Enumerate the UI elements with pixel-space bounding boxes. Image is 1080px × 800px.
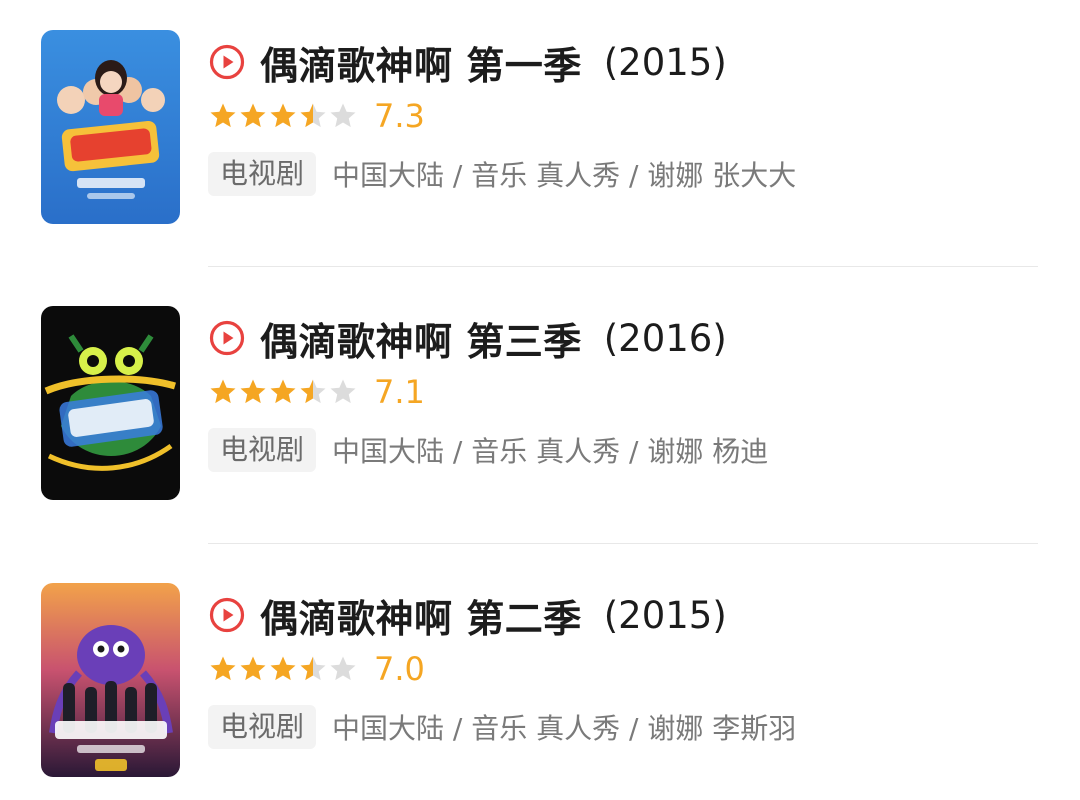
meta-row: 电视剧 中国大陆 / 音乐 真人秀 / 谢娜 张大大 bbox=[208, 151, 796, 197]
rating-score: 7.3 bbox=[374, 97, 425, 135]
star-full-icon bbox=[238, 654, 268, 684]
rating-row: 7.1 bbox=[208, 372, 425, 412]
star-rating bbox=[208, 101, 358, 131]
title-row[interactable]: 偶滴歌神啊 第一季 (2015) bbox=[208, 34, 727, 90]
search-results-list: 偶滴歌神啊 第一季 (2015) 7.3 电视剧 中国大陆 / 音乐 真人秀 /… bbox=[0, 0, 1080, 800]
title-row[interactable]: 偶滴歌神啊 第三季 (2016) bbox=[208, 310, 727, 366]
star-empty-icon bbox=[328, 101, 358, 131]
poster-image[interactable] bbox=[41, 306, 180, 500]
star-half-icon bbox=[298, 101, 328, 131]
result-title[interactable]: 偶滴歌神啊 第一季 bbox=[260, 35, 582, 90]
result-title[interactable]: 偶滴歌神啊 第二季 bbox=[260, 588, 582, 643]
result-title[interactable]: 偶滴歌神啊 第三季 bbox=[260, 311, 582, 366]
result-item[interactable]: 偶滴歌神啊 第三季 (2016) 7.1 电视剧 中国大陆 / 音乐 真人秀 /… bbox=[0, 306, 1080, 506]
poster-image[interactable] bbox=[41, 583, 180, 777]
result-year: (2015) bbox=[603, 593, 727, 637]
result-item[interactable]: 偶滴歌神啊 第一季 (2015) 7.3 电视剧 中国大陆 / 音乐 真人秀 /… bbox=[0, 30, 1080, 230]
rating-score: 7.1 bbox=[374, 373, 425, 411]
star-half-icon bbox=[298, 654, 328, 684]
star-full-icon bbox=[208, 101, 238, 131]
star-full-icon bbox=[268, 101, 298, 131]
category-tag: 电视剧 bbox=[208, 428, 317, 472]
star-full-icon bbox=[208, 654, 238, 684]
star-rating bbox=[208, 654, 358, 684]
play-circle-icon[interactable] bbox=[208, 319, 246, 357]
star-full-icon bbox=[268, 377, 298, 407]
result-year: (2015) bbox=[603, 40, 727, 84]
poster-image[interactable] bbox=[41, 30, 180, 224]
title-row[interactable]: 偶滴歌神啊 第二季 (2015) bbox=[208, 587, 727, 643]
play-circle-icon[interactable] bbox=[208, 596, 246, 634]
play-circle-icon[interactable] bbox=[208, 43, 246, 81]
meta-info: 中国大陆 / 音乐 真人秀 / 谢娜 杨迪 bbox=[332, 435, 769, 468]
rating-row: 7.3 bbox=[208, 96, 425, 136]
star-full-icon bbox=[208, 377, 238, 407]
meta-info: 中国大陆 / 音乐 真人秀 / 谢娜 李斯羽 bbox=[332, 712, 797, 745]
category-tag: 电视剧 bbox=[208, 152, 317, 196]
result-year: (2016) bbox=[603, 316, 727, 360]
meta-row: 电视剧 中国大陆 / 音乐 真人秀 / 谢娜 李斯羽 bbox=[208, 704, 796, 750]
star-empty-icon bbox=[328, 377, 358, 407]
poster-purple-icon bbox=[41, 583, 180, 777]
star-rating bbox=[208, 377, 358, 407]
star-full-icon bbox=[268, 654, 298, 684]
star-full-icon bbox=[238, 101, 268, 131]
star-full-icon bbox=[238, 377, 268, 407]
star-half-icon bbox=[298, 377, 328, 407]
meta-info: 中国大陆 / 音乐 真人秀 / 谢娜 张大大 bbox=[332, 159, 797, 192]
poster-black-icon bbox=[41, 306, 180, 500]
meta-row: 电视剧 中国大陆 / 音乐 真人秀 / 谢娜 杨迪 bbox=[208, 427, 768, 473]
poster-blue-icon bbox=[41, 30, 180, 224]
divider bbox=[208, 266, 1038, 267]
rating-score: 7.0 bbox=[374, 650, 425, 688]
star-empty-icon bbox=[328, 654, 358, 684]
divider bbox=[208, 543, 1038, 544]
result-item[interactable]: 偶滴歌神啊 第二季 (2015) 7.0 电视剧 中国大陆 / 音乐 真人秀 /… bbox=[0, 583, 1080, 783]
category-tag: 电视剧 bbox=[208, 705, 317, 749]
rating-row: 7.0 bbox=[208, 649, 425, 689]
